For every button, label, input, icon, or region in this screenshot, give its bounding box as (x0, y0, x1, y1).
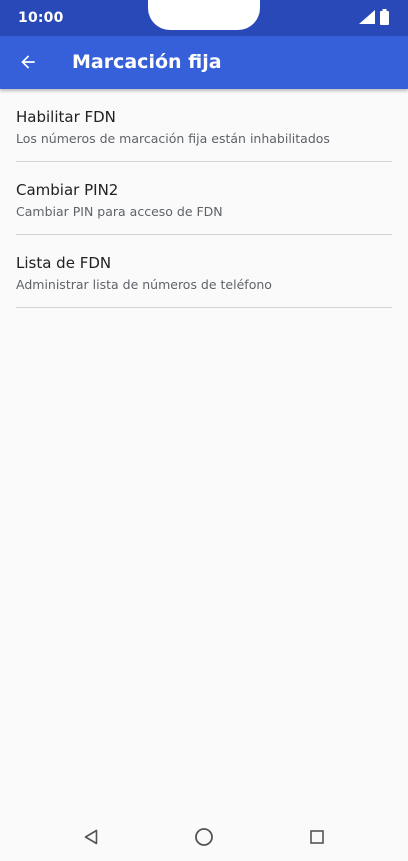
status-bar: 10:00 (0, 0, 408, 36)
page-title: Marcación fija (72, 51, 222, 73)
nav-home-button[interactable] (192, 825, 216, 849)
nav-recents-button[interactable] (305, 825, 329, 849)
divider (16, 307, 392, 308)
recents-square-icon (310, 830, 324, 844)
item-subtitle: Administrar lista de números de teléfono (16, 277, 272, 292)
navigation-bar (0, 813, 408, 861)
list-item-lista-fdn[interactable]: Lista de FDN Administrar lista de número… (0, 235, 408, 308)
item-title: Habilitar FDN (16, 108, 116, 126)
item-title: Cambiar PIN2 (16, 181, 119, 199)
status-time: 10:00 (18, 10, 64, 26)
list-item-cambiar-pin2[interactable]: Cambiar PIN2 Cambiar PIN para acceso de … (0, 162, 408, 235)
home-circle-icon (195, 828, 213, 846)
list-item-habilitar-fdn[interactable]: Habilitar FDN Los números de marcación f… (0, 89, 408, 162)
signal-icon (359, 10, 375, 24)
item-title: Lista de FDN (16, 254, 112, 272)
app-bar: Marcación fija (0, 36, 408, 89)
settings-list: Habilitar FDN Los números de marcación f… (0, 89, 408, 308)
nav-back-button[interactable] (79, 825, 103, 849)
item-subtitle: Cambiar PIN para acceso de FDN (16, 204, 223, 219)
item-subtitle: Los números de marcación fija están inha… (16, 131, 330, 146)
arrow-back-icon (21, 55, 35, 69)
display-notch (148, 0, 260, 30)
back-triangle-icon (84, 829, 98, 845)
battery-icon (380, 9, 389, 25)
back-button[interactable] (12, 42, 44, 82)
